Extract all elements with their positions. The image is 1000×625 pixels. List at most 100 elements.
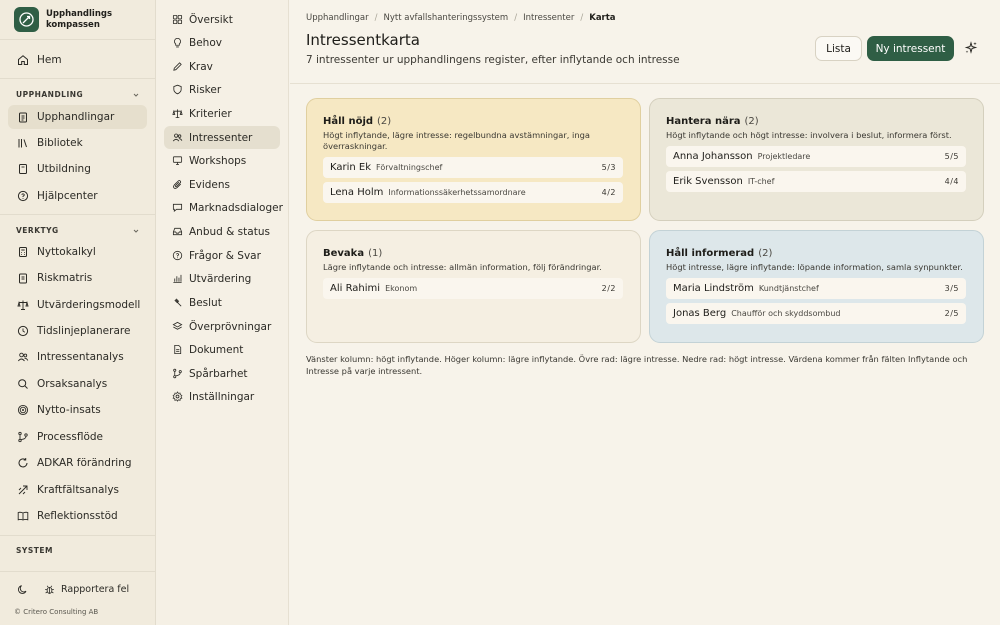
stakeholder-card[interactable]: Jonas Berg Chaufför och skyddsombud 2/5 xyxy=(666,303,966,324)
stakeholder-card[interactable]: Anna Johansson Projektledare 5/5 xyxy=(666,146,966,167)
new-stakeholder-button[interactable]: Ny intressent xyxy=(867,36,954,61)
main-content: Upphandlingar / Nytt avfallshanteringssy… xyxy=(290,0,1000,625)
subnav-item-beslut[interactable]: Beslut xyxy=(164,291,280,314)
subnav-item-installningar[interactable]: Inställningar xyxy=(164,385,280,408)
compass-logo-icon xyxy=(14,7,39,32)
quadrant-hall-nojd: Håll nöjd (2) Högt inflytande, lägre intr… xyxy=(306,98,641,221)
gavel-icon xyxy=(174,298,182,307)
section-verktyg[interactable]: VERKTYG xyxy=(16,226,140,235)
sidebar-item-adkar[interactable]: ADKAR förändring xyxy=(8,451,147,475)
sidebar-item-orsaksanalys[interactable]: Orsaksanalys xyxy=(8,372,147,396)
subnav-item-kriterier[interactable]: Kriterier xyxy=(164,102,280,125)
quadrant-hantera-nara: Hantera nära (2) Högt inflytande och högt… xyxy=(649,98,984,221)
sidebar-item-utvarderingsmodell[interactable]: Utvärderingsmodell xyxy=(8,293,147,317)
sparkle-icon xyxy=(964,41,978,54)
quadrant-title: Håll nöjd (2) xyxy=(323,116,392,127)
bug-icon xyxy=(45,585,54,594)
subnav-item-evidens[interactable]: Evidens xyxy=(164,173,280,196)
subnav-item-workshops[interactable]: Workshops xyxy=(164,149,280,172)
git-branch-icon xyxy=(18,431,28,443)
breadcrumb-link-project[interactable]: Nytt avfallshanteringssystem xyxy=(383,13,508,23)
influence-interest-score: 2/5 xyxy=(944,309,959,318)
subnav-item-dokument[interactable]: Dokument xyxy=(164,338,280,361)
search-icon xyxy=(18,379,28,389)
breadcrumb-link-upphandlingar[interactable]: Upphandlingar xyxy=(306,13,369,23)
quadrant-description: Lägre inflytande och intresse: allmän in… xyxy=(323,262,602,272)
library-icon xyxy=(18,139,27,148)
home-icon xyxy=(18,55,28,65)
quadrant-description: Högt intresse, lägre inflytande: löpande… xyxy=(666,262,963,272)
section-system: SYSTEM xyxy=(16,546,53,555)
influence-interest-score: 4/2 xyxy=(601,188,616,197)
sidebar-item-nytto-insats[interactable]: Nytto-insats xyxy=(8,398,147,422)
breadcrumb: Upphandlingar / Nytt avfallshanteringssy… xyxy=(306,13,616,23)
lightbulb-icon xyxy=(174,37,181,48)
divider xyxy=(0,214,155,215)
quadrant-title: Håll informerad (2) xyxy=(666,248,773,259)
divider xyxy=(0,535,155,536)
influence-interest-score: 5/5 xyxy=(944,152,959,161)
sidebar-item-hjalpcenter[interactable]: Hjälpcenter xyxy=(8,184,147,208)
stakeholder-card[interactable]: Lena Holm Informationssäkerhetssamordnar… xyxy=(323,182,623,203)
sidebar-item-processflode[interactable]: Processflöde xyxy=(8,425,147,449)
list-view-button[interactable]: Lista xyxy=(815,36,862,61)
sidebar-item-kraftfaltsanalys[interactable]: Kraftfältsanalys xyxy=(8,478,147,502)
bar-chart-icon xyxy=(173,274,182,284)
ai-assist-button[interactable] xyxy=(964,41,978,58)
paperclip-icon xyxy=(173,180,182,189)
copyright: © Critero Consulting AB xyxy=(14,608,99,616)
subnav-item-oversikt[interactable]: Översikt xyxy=(164,8,280,31)
subnav-item-sparbarhet[interactable]: Spårbarhet xyxy=(164,362,280,385)
quadrant-bevaka: Bevaka (1) Lägre inflytande och intresse:… xyxy=(306,230,641,343)
sidebar-item-reflektionsstod[interactable]: Reflektionsstöd xyxy=(8,504,147,528)
subnav-item-marknadsdialoger[interactable]: Marknadsdialoger xyxy=(164,196,283,219)
subnav-item-anbud-status[interactable]: Anbud & status xyxy=(164,220,280,243)
subnav-item-krav[interactable]: Krav xyxy=(164,55,280,78)
sidebar-item-intressentanalys[interactable]: Intressentanalys xyxy=(8,345,147,369)
quadrant-description: Högt inflytande och högt intresse: invol… xyxy=(666,130,952,140)
git-branch-icon xyxy=(173,368,182,379)
sidebar-item-nyttokalkyl[interactable]: Nyttokalkyl xyxy=(8,240,147,264)
subnav-item-fragor-svar[interactable]: Frågor & Svar xyxy=(164,244,280,267)
breadcrumb-link-intressenter[interactable]: Intressenter xyxy=(523,13,574,23)
report-bug-button[interactable]: Rapportera fel xyxy=(44,584,129,595)
sidebar: Upphandlings kompassen Hem UPPHANDLING U… xyxy=(0,0,156,625)
clipboard-icon xyxy=(19,273,27,284)
chat-icon xyxy=(172,203,183,213)
subnav-item-intressenter[interactable]: Intressenter xyxy=(164,126,280,149)
help-icon xyxy=(17,190,29,202)
brand-name: Upphandlings kompassen xyxy=(46,8,113,30)
sidebar-item-upphandlingar[interactable]: Upphandlingar xyxy=(8,105,147,129)
influence-interest-score: 4/4 xyxy=(944,177,959,186)
sidebar-item-hem[interactable]: Hem xyxy=(8,48,147,72)
sidebar-item-utbildning[interactable]: Utbildning xyxy=(8,157,147,181)
chevron-down-icon xyxy=(133,229,139,233)
target-icon xyxy=(17,404,29,416)
divider xyxy=(0,78,155,79)
calculator-icon xyxy=(19,247,27,257)
influence-interest-score: 5/3 xyxy=(601,163,616,172)
brand[interactable]: Upphandlings kompassen xyxy=(14,7,126,32)
subnav-item-overprovningar[interactable]: Överprövningar xyxy=(164,315,280,338)
monitor-icon xyxy=(172,156,183,165)
sidebar-footer: Rapportera fel © Critero Consulting AB xyxy=(0,571,155,625)
stakeholder-card[interactable]: Maria Lindström Kundtjänstchef 3/5 xyxy=(666,278,966,299)
subnav-item-behov[interactable]: Behov xyxy=(164,31,280,54)
quadrant-title: Bevaka (1) xyxy=(323,248,383,259)
subnav-item-risker[interactable]: Risker xyxy=(164,78,280,101)
sidebar-item-riskmatris[interactable]: Riskmatris xyxy=(8,266,147,290)
document-icon xyxy=(174,344,182,355)
stakeholder-card[interactable]: Ali Rahimi Ekonom 2/2 xyxy=(323,278,623,299)
users-icon xyxy=(17,352,29,362)
inbox-icon xyxy=(172,227,183,236)
sidebar-item-bibliotek[interactable]: Bibliotek xyxy=(8,131,147,155)
dark-mode-toggle[interactable] xyxy=(17,584,28,598)
stakeholder-card[interactable]: Erik Svensson IT-chef 4/4 xyxy=(666,171,966,192)
quadrant-description: Högt inflytande, lägre intresse: regelbu… xyxy=(323,130,590,151)
page-title: Intressentkarta xyxy=(306,31,420,49)
stakeholder-card[interactable]: Karin Ek Förvaltningschef 5/3 xyxy=(323,157,623,178)
section-upphandling[interactable]: UPPHANDLING xyxy=(16,90,140,99)
subnav-item-utvardering[interactable]: Utvärdering xyxy=(164,267,280,290)
sidebar-item-tidslinjeplanerare[interactable]: Tidslinjeplanerare xyxy=(8,319,147,343)
open-book-icon xyxy=(17,511,29,521)
